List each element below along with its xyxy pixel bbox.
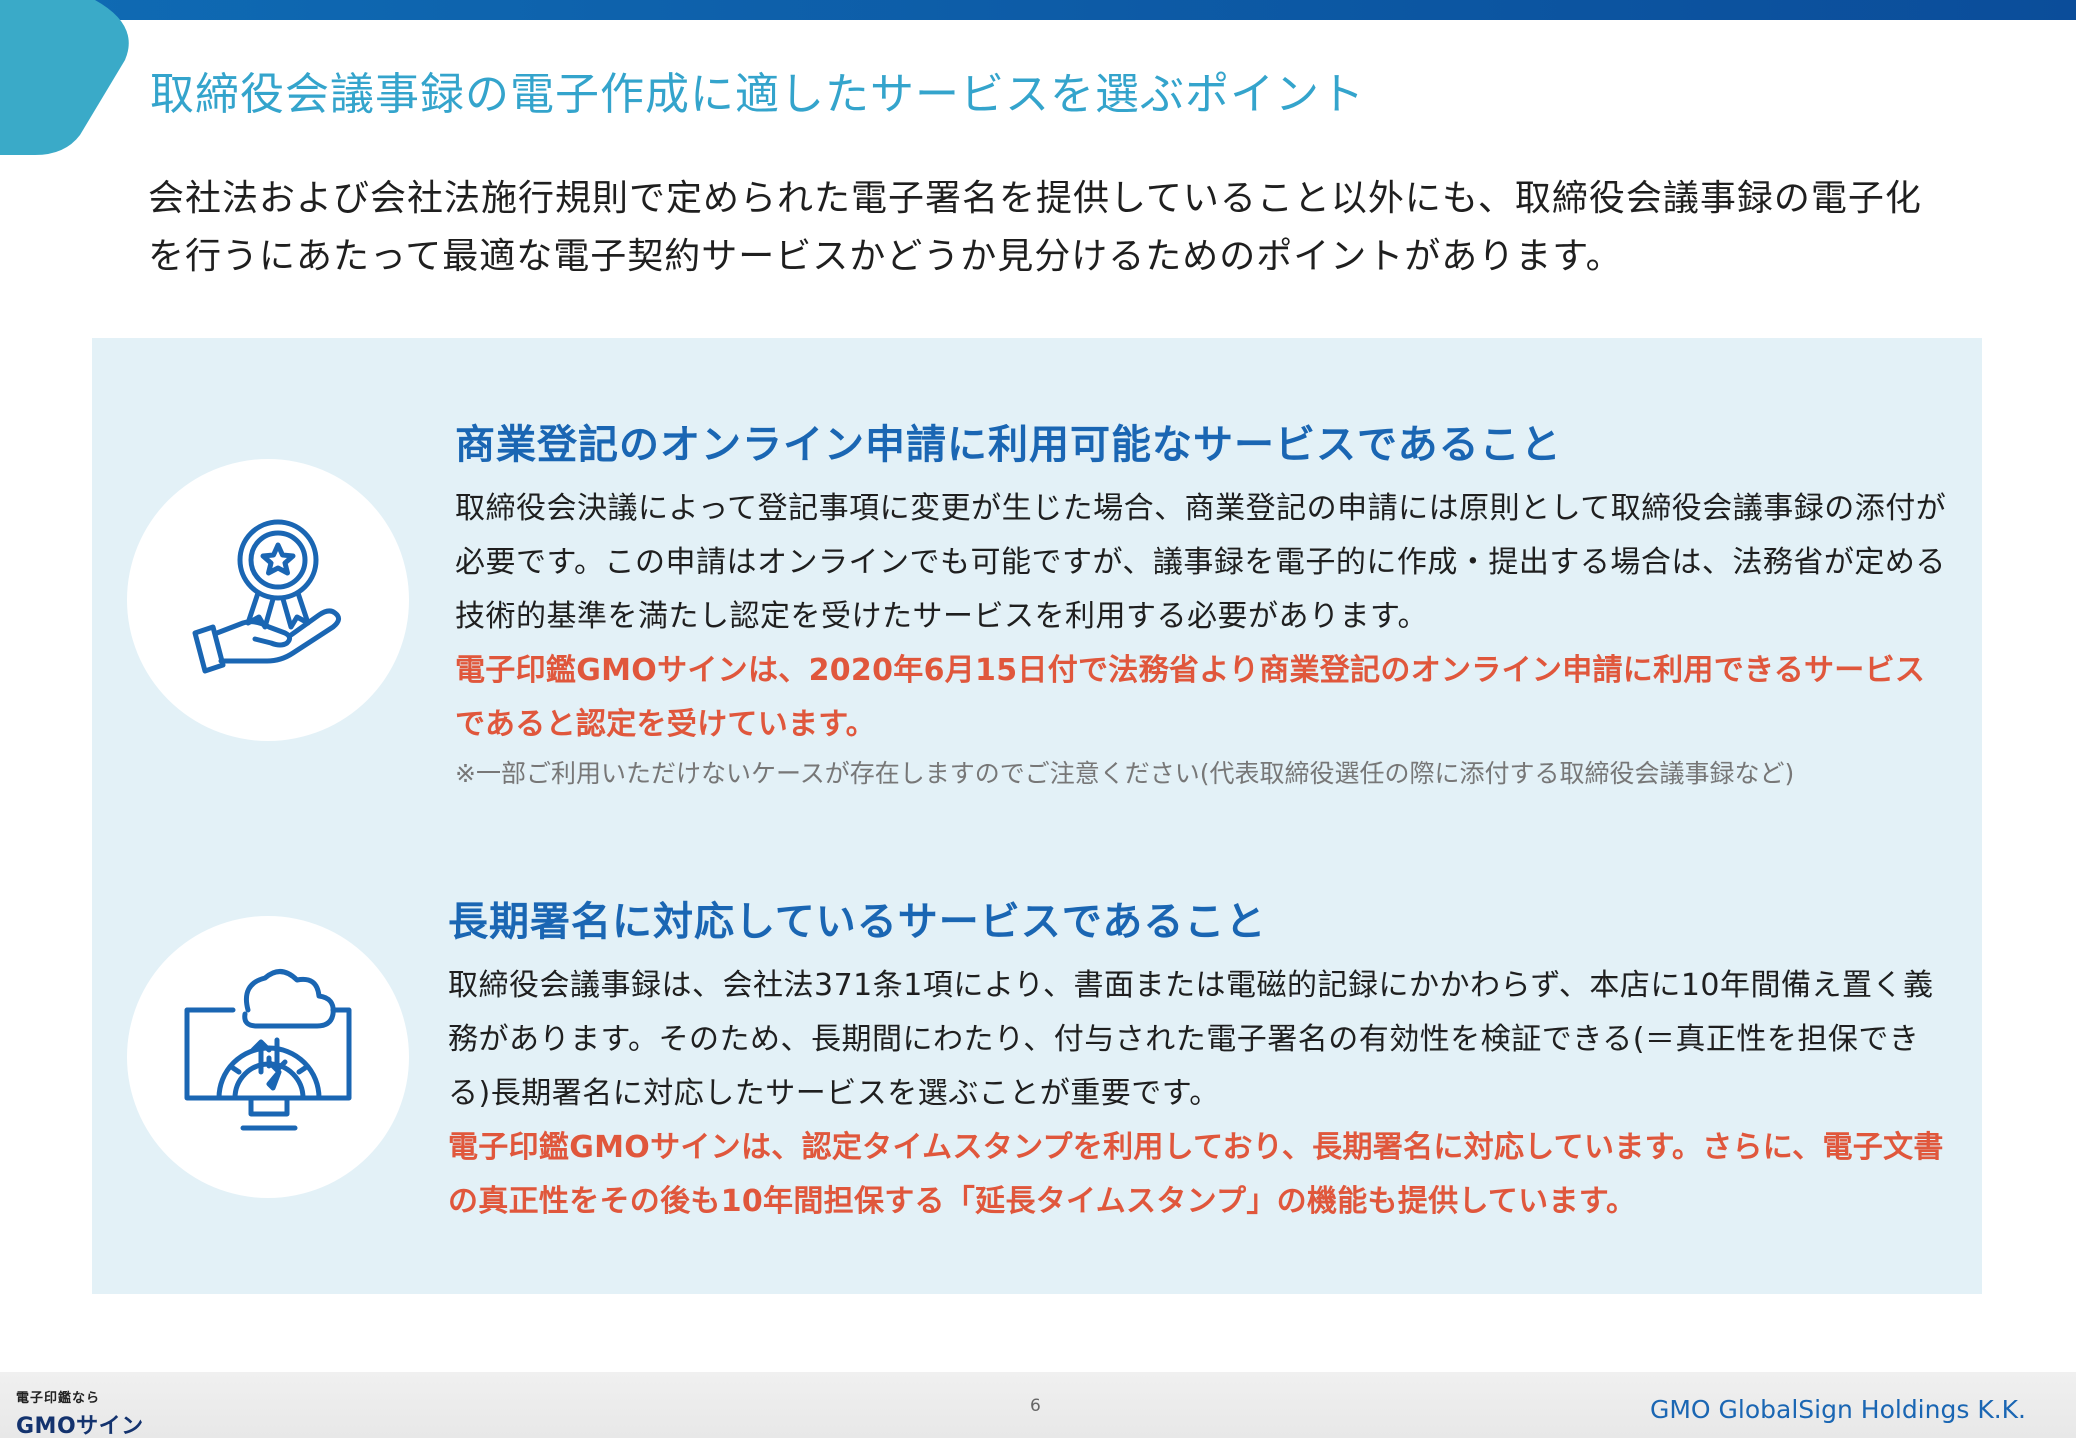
company-name: GMO GlobalSign Holdings K.K. <box>1649 1395 2026 1424</box>
logo-gmo: GMO <box>16 1414 77 1439</box>
point-2: 長期署名に対応しているサービスであること 取締役会議事録は、会社法371条1項に… <box>448 889 1958 1229</box>
point-2-highlight: 電子印鑑GMOサインは、認定タイムスタンプを利用しており、長期署名に対応していま… <box>448 1130 1944 1219</box>
point-1-body: 取締役会決議によって登記事項に変更が生じた場合、商業登記の申請には原則として取締… <box>455 491 1947 634</box>
point-1-heading: 商業登記のオンライン申請に利用可能なサービスであること <box>455 422 1562 468</box>
logo-sign: サイン <box>76 1414 144 1439</box>
top-accent-bar <box>0 0 2076 20</box>
cloud-monitor-gauge-icon <box>184 969 352 1131</box>
corner-decoration <box>0 0 129 155</box>
logo-wordmark: GMOサイン <box>16 1408 144 1440</box>
page-title: 取締役会議事録の電子作成に適したサービスを選ぶポイント <box>150 69 1365 120</box>
gmo-sign-logo: 電子印鑑なら GMOサイン <box>16 1387 144 1440</box>
point-2-heading: 長期署名に対応しているサービスであること <box>448 899 1267 945</box>
award-hand-icon <box>192 519 341 674</box>
point-1: 商業登記のオンライン申請に利用可能なサービスであること 取締役会決議によって登記… <box>455 412 1955 796</box>
point-1-note: ※一部ご利用いただけないケースが存在しますのでご注意ください(代表取締役選任の際… <box>455 759 1795 788</box>
point-2-icon-circle <box>127 916 409 1198</box>
point-1-highlight: 電子印鑑GMOサインは、2020年6月15日付で法務省より商業登記のオンライン申… <box>455 653 1926 742</box>
logo-tagline: 電子印鑑なら <box>16 1391 101 1406</box>
point-1-icon-circle <box>127 459 409 741</box>
intro-paragraph: 会社法および会社法施行規則で定められた電子署名を提供していること以外にも、取締役… <box>148 178 1922 277</box>
page-number: 6 <box>1030 1396 1041 1416</box>
point-2-body: 取締役会議事録は、会社法371条1項により、書面または電磁的記録にかかわらず、本… <box>448 968 1934 1111</box>
